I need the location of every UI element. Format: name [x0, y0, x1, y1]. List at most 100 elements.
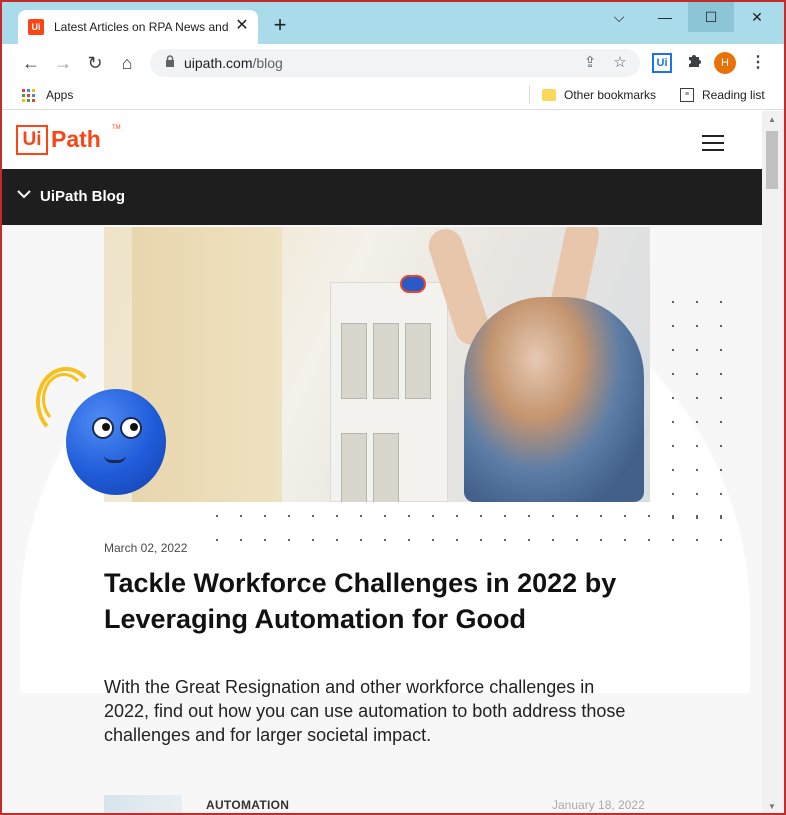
minimize-button[interactable]: —	[642, 2, 688, 32]
decor-dot	[672, 539, 674, 541]
decor-dot	[264, 539, 266, 541]
share-icon[interactable]: ⇪	[580, 53, 600, 73]
decor-dot	[696, 421, 698, 423]
next-article-category[interactable]: AUTOMATION	[206, 798, 289, 812]
decor-dot	[720, 301, 722, 303]
mascot-smile	[104, 455, 126, 463]
decor-dot	[432, 539, 434, 541]
page-scrollbar[interactable]: ▲ ▼	[762, 111, 784, 813]
decor-dot	[720, 469, 722, 471]
url-domain: uipath.com	[184, 55, 253, 71]
address-bar[interactable]: uipath.com/blog ⇪ ☆	[150, 49, 640, 77]
decor-dot	[696, 539, 698, 541]
maximize-button[interactable]: ☐	[688, 2, 734, 32]
decor-dot	[504, 539, 506, 541]
decor-dot	[456, 515, 458, 517]
folder-icon	[542, 89, 556, 101]
bookmark-star-icon[interactable]: ☆	[610, 53, 630, 73]
decor-dot	[384, 539, 386, 541]
decor-dot	[336, 539, 338, 541]
decor-dot	[696, 349, 698, 351]
profile-avatar[interactable]: H	[714, 52, 736, 74]
decor-dot	[720, 515, 722, 517]
url-text: uipath.com/blog	[184, 55, 283, 71]
decor-dot	[312, 515, 314, 517]
home-icon[interactable]: ⌂	[116, 52, 138, 74]
lock-icon[interactable]	[162, 55, 178, 71]
browser-toolbar: ← → ↻ ⌂ uipath.com/blog ⇪ ☆ Ui H ⋮	[2, 44, 784, 82]
next-article-thumbnail[interactable]	[104, 795, 182, 813]
uipath-extension-icon[interactable]: Ui	[652, 53, 672, 73]
reading-list-icon: ≡	[680, 88, 694, 102]
logo-ui-box: Ui	[16, 125, 48, 155]
decor-dot	[480, 539, 482, 541]
decor-dot	[624, 539, 626, 541]
article-headline[interactable]: Tackle Workforce Challenges in 2022 by L…	[104, 565, 664, 637]
binder	[341, 433, 367, 502]
url-path: /blog	[252, 55, 283, 71]
tab-strip: Ui Latest Articles on RPA News and ✕ + ⌵…	[2, 2, 784, 44]
tab-search-chevron-icon[interactable]: ⌵	[596, 2, 642, 32]
scrollbar-thumb[interactable]	[766, 131, 778, 189]
chevron-down-icon	[16, 186, 34, 204]
decor-dot	[672, 493, 674, 495]
decor-dot	[336, 515, 338, 517]
apps-grid-icon	[22, 89, 36, 103]
back-arrow-icon[interactable]: ←	[20, 52, 42, 74]
tab-close-icon[interactable]: ✕	[234, 17, 250, 35]
decor-dot	[408, 515, 410, 517]
decor-dot	[696, 445, 698, 447]
decor-dot	[288, 515, 290, 517]
decor-dot	[408, 539, 410, 541]
hamburger-menu-icon[interactable]	[702, 135, 724, 151]
decor-dot	[696, 517, 698, 519]
decor-dot	[696, 373, 698, 375]
mascot-pupil	[102, 423, 110, 431]
article-date: March 02, 2022	[104, 541, 188, 555]
scroll-down-arrow-icon[interactable]: ▼	[768, 802, 776, 811]
decor-dot	[360, 539, 362, 541]
bookmarks-bar: Apps Other bookmarks ≡ Reading list	[2, 82, 784, 110]
binder	[341, 323, 367, 399]
decor-dot	[672, 301, 674, 303]
uipath-favicon-icon: Ui	[28, 19, 44, 35]
close-window-button[interactable]: ✕	[734, 2, 780, 32]
decor-dot	[672, 445, 674, 447]
decor-dot	[696, 301, 698, 303]
decor-dot	[720, 493, 722, 495]
decor-dot	[672, 349, 674, 351]
decor-dot	[672, 517, 674, 519]
decor-dot	[264, 515, 266, 517]
decor-dot	[648, 539, 650, 541]
decor-dot	[240, 539, 242, 541]
decor-dot	[720, 445, 722, 447]
reload-icon[interactable]: ↻	[84, 52, 106, 74]
mascot-eye	[120, 417, 142, 439]
decor-dot	[432, 515, 434, 517]
extensions-puzzle-icon[interactable]	[684, 53, 704, 73]
hero-image[interactable]	[104, 227, 650, 502]
article-content: March 02, 2022 Tackle Workforce Challeng…	[2, 225, 762, 813]
flying-robot-icon	[400, 275, 426, 293]
tab-active[interactable]: Ui Latest Articles on RPA News and ✕	[18, 10, 258, 44]
logo-tm: TM	[112, 125, 121, 131]
browser-window: Ui Latest Articles on RPA News and ✕ + ⌵…	[0, 0, 786, 815]
scroll-up-arrow-icon[interactable]: ▲	[768, 115, 776, 124]
decor-dot	[720, 373, 722, 375]
tab-title: Latest Articles on RPA News and	[54, 20, 229, 34]
decor-dot	[552, 515, 554, 517]
mascot-pupil	[130, 423, 138, 431]
site-header: Ui Path TM	[2, 111, 762, 169]
browser-menu-icon[interactable]: ⋮	[748, 53, 768, 73]
forward-arrow-icon[interactable]: →	[52, 52, 74, 74]
decor-dot	[672, 515, 674, 517]
decor-dot	[696, 469, 698, 471]
decor-dot	[480, 515, 482, 517]
new-tab-button[interactable]: +	[268, 14, 292, 38]
decor-dot	[672, 373, 674, 375]
decor-dot	[696, 493, 698, 495]
decor-dot	[504, 515, 506, 517]
blog-nav-toggle[interactable]: UiPath Blog	[2, 169, 762, 225]
decor-dot	[720, 517, 722, 519]
decor-dot	[288, 539, 290, 541]
